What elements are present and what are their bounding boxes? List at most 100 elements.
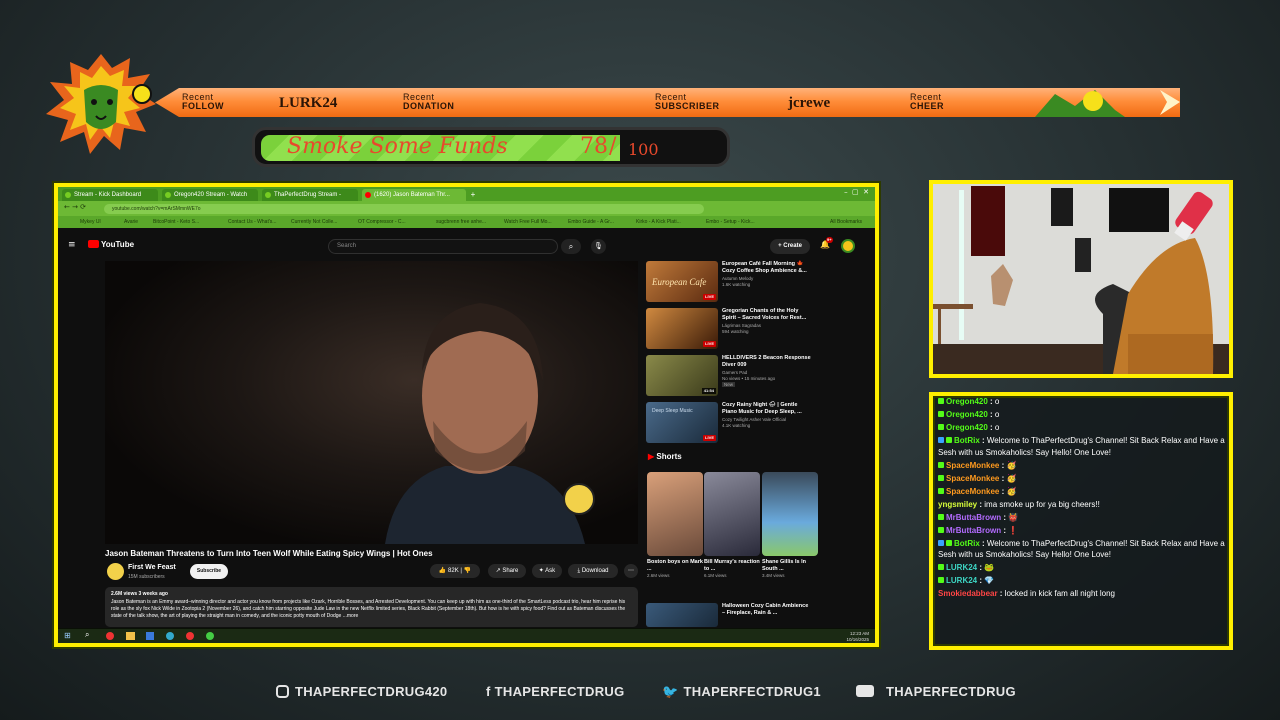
chat-username[interactable]: SpaceMonkee bbox=[946, 461, 999, 470]
ask-button[interactable]: ✦ Ask bbox=[532, 564, 562, 578]
chrome-icon[interactable] bbox=[186, 632, 194, 640]
bookmark-item[interactable]: Embo - Setup - Kick... bbox=[706, 216, 755, 228]
video-thumbnail: 41:54 bbox=[646, 355, 718, 396]
donation-goal-bar: Smoke Some Funds 78 / 100 bbox=[252, 127, 730, 167]
windows-start-icon[interactable]: ⊞ bbox=[64, 631, 71, 640]
recommended-video[interactable]: Halloween Cozy Cabin Ambience – Fireplac… bbox=[646, 603, 816, 627]
chat-text: ❗ bbox=[1008, 525, 1019, 535]
youtube-play-icon bbox=[88, 240, 99, 248]
bookmark-item[interactable]: Mykey Ul bbox=[80, 216, 101, 228]
avatar[interactable] bbox=[841, 239, 855, 253]
screen-share-frame: Stream - Kick Dashboard Oregon420 Stream… bbox=[54, 183, 879, 647]
bookmark-item[interactable]: Avarie bbox=[124, 216, 138, 228]
chat-separator: : bbox=[987, 410, 995, 419]
chat-separator: : bbox=[997, 589, 1005, 598]
short-video[interactable]: Shane Gillis Is In South ... 3.4M views bbox=[762, 472, 818, 578]
recent-subscriber-label: Recent SUBSCRIBER bbox=[655, 92, 720, 111]
browser-tab[interactable]: Stream - Kick Dashboard bbox=[62, 189, 158, 201]
youtube-page: ≡ YouTube Search ⌕ 🎙 + Create 🔔 9+ Jason… bbox=[58, 228, 875, 628]
subscriber-count: 15M subscribers bbox=[128, 574, 165, 580]
search-icon[interactable]: ⌕ bbox=[561, 239, 581, 254]
hot-ones-logo bbox=[563, 483, 595, 515]
chat-message: MrButtaBrown : 👹 bbox=[936, 512, 1228, 525]
bookmark-item[interactable]: Contact Us - What's... bbox=[228, 216, 276, 228]
more-icon[interactable]: ⋯ bbox=[624, 564, 638, 578]
channel-name[interactable]: First We Feast bbox=[128, 564, 176, 571]
chat-badge-icon bbox=[938, 526, 944, 533]
bookmark-item[interactable]: All Bookmarks bbox=[830, 216, 862, 228]
youtube-logo[interactable]: YouTube bbox=[88, 240, 134, 249]
folder-icon[interactable] bbox=[126, 632, 135, 640]
like-button[interactable]: 👍 82K | 👎 bbox=[430, 564, 480, 578]
social-youtube: THAPERFECTDRUG bbox=[856, 684, 1016, 699]
bookmark-item[interactable]: Kirko - A Kick Plati... bbox=[636, 216, 681, 228]
subscribe-button[interactable]: Subscribe bbox=[190, 564, 228, 579]
download-button[interactable]: ⤓ Download bbox=[568, 564, 618, 578]
chat-username[interactable]: LURK24 bbox=[946, 563, 977, 572]
video-description[interactable]: 2.6M views 3 weeks ago Jason Bateman is a… bbox=[105, 587, 638, 627]
bookmark-item[interactable]: Embo Guide - A Gr... bbox=[568, 216, 614, 228]
chat-username[interactable]: SpaceMonkee bbox=[946, 487, 999, 496]
chat-username[interactable]: MrButtaBrown bbox=[946, 526, 1001, 535]
chat-text: 🥳 bbox=[1006, 486, 1017, 496]
short-video[interactable]: Bill Murray's reaction to ... 6.1M views bbox=[704, 472, 760, 578]
video-player[interactable] bbox=[105, 261, 638, 544]
chat-badge-icon bbox=[938, 564, 944, 570]
chat-username[interactable]: LURK24 bbox=[946, 576, 977, 585]
bookmark-item[interactable]: Currently Not Colle... bbox=[291, 216, 337, 228]
nav-arrows[interactable]: ← → ⟳ bbox=[64, 203, 86, 211]
chat-text: locked in kick fam all night long bbox=[1004, 589, 1115, 598]
bookmark-item[interactable]: Watch Free Full Mo... bbox=[504, 216, 552, 228]
recommended-video[interactable]: European Cafe LIVE European Café Fall Mor… bbox=[646, 261, 816, 305]
recent-follow-label: Recent FOLLOW bbox=[182, 92, 224, 111]
chat-username[interactable]: BotRix bbox=[954, 436, 980, 445]
bookmark-item[interactable]: OT Compressor - C... bbox=[358, 216, 406, 228]
recommended-video[interactable]: LIVE Gregorian Chants of the Holy Spirit… bbox=[646, 308, 816, 352]
new-tab-button[interactable]: + bbox=[468, 189, 478, 201]
chat-username[interactable]: Oregon420 bbox=[946, 423, 988, 432]
search-icon[interactable]: ⌕ bbox=[85, 630, 89, 640]
chat-username[interactable]: MrButtaBrown bbox=[946, 513, 1001, 522]
chat-badge-icon bbox=[946, 437, 952, 443]
chat-separator: : bbox=[979, 436, 987, 445]
bookmark-item[interactable]: BitcoPoint - Keto S... bbox=[153, 216, 199, 228]
chat-separator: : bbox=[979, 538, 987, 548]
share-button[interactable]: ↗ Share bbox=[488, 564, 526, 578]
microphone-icon[interactable]: 🎙 bbox=[591, 239, 606, 254]
social-facebook: f THAPERFECTDRUG bbox=[486, 684, 625, 699]
chat-username[interactable]: Smokiedabbear bbox=[938, 589, 998, 598]
chrome-icon[interactable] bbox=[106, 632, 114, 640]
create-button[interactable]: + Create bbox=[770, 239, 810, 254]
browser-tab[interactable]: Oregon420 Stream - Watch Li... bbox=[162, 189, 258, 210]
chat-message: SpaceMonkee : 🥳 bbox=[936, 460, 1228, 473]
recent-subscriber-name: jcrewe bbox=[788, 95, 831, 111]
chat-username[interactable]: Oregon420 bbox=[946, 410, 988, 419]
app-icon[interactable] bbox=[206, 632, 214, 640]
menu-icon[interactable]: ≡ bbox=[68, 240, 76, 250]
short-video[interactable]: Boston boys on Mark ... 2.6M views bbox=[647, 472, 703, 578]
chat-username[interactable]: BotRix bbox=[954, 539, 980, 548]
taskbar-clock[interactable]: 12:23 AM 10/16/2025 bbox=[846, 631, 869, 642]
bookmark-item[interactable]: sugcbrenn free anhe... bbox=[436, 216, 486, 228]
recommended-video[interactable]: 41:54 HELLDIVERS 2 Beacon Response Diver… bbox=[646, 355, 816, 399]
goal-separator: / bbox=[609, 134, 617, 159]
social-instagram: THAPERFECTDRUG420 bbox=[276, 684, 447, 699]
url-field[interactable]: youtube.com/watch?v=mArSMmnWE7o bbox=[104, 204, 704, 214]
chat-username[interactable]: SpaceMonkee bbox=[946, 474, 999, 483]
app-icon[interactable] bbox=[166, 632, 174, 640]
chat-messages: Oregon420 : o Oregon420 : o Oregon420 : oB… bbox=[936, 396, 1228, 601]
chat-message: Oregon420 : o bbox=[936, 409, 1228, 422]
store-icon[interactable] bbox=[146, 632, 154, 640]
chat-username[interactable]: Oregon420 bbox=[946, 397, 988, 406]
browser-tab[interactable]: ThaPerfectDrug Stream - Watc... bbox=[262, 189, 358, 210]
channel-avatar[interactable] bbox=[107, 563, 124, 580]
kick-icon bbox=[65, 192, 71, 198]
recommended-video[interactable]: Deep Sleep Music LIVE Cozy Rainy Night 🌧 … bbox=[646, 402, 816, 446]
notification-badge: 9+ bbox=[826, 237, 833, 243]
social-twitter: 🐦 THAPERFECTDRUG1 bbox=[662, 684, 821, 700]
window-controls[interactable]: – ▢ ✕ bbox=[844, 188, 869, 196]
browser-tab-active[interactable]: (1620) Jason Bateman Thr... bbox=[362, 189, 466, 201]
chat-username[interactable]: yngsmiley bbox=[938, 500, 977, 509]
chat-separator: : bbox=[987, 423, 995, 432]
search-input[interactable]: Search bbox=[328, 239, 558, 254]
